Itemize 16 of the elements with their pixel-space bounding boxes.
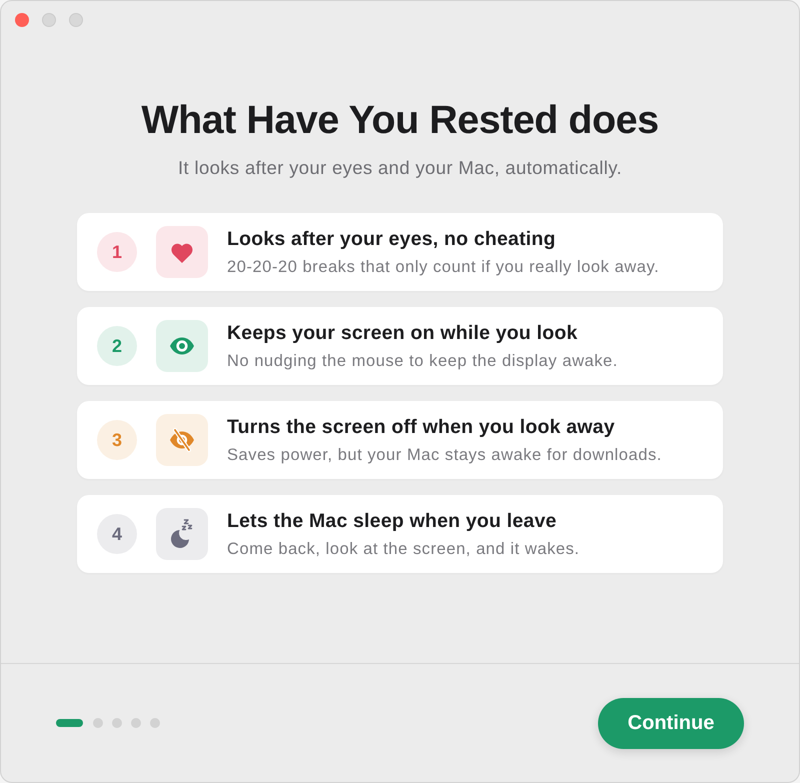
onboarding-subtitle: It looks after your eyes and your Mac, automatically. — [178, 157, 622, 179]
step-number: 3 — [97, 420, 137, 460]
close-button[interactable] — [15, 12, 29, 26]
step-number: 2 — [97, 326, 137, 366]
feature-title: Looks after your eyes, no cheating — [227, 227, 557, 251]
feature-description: Come back, look at the screen, and it wakes. — [227, 539, 580, 559]
feature-title: Keeps your screen on while you look — [227, 321, 579, 345]
feature-description: Saves power, but your Mac stays awake for downloads. — [227, 445, 662, 465]
continue-button[interactable]: Continue — [598, 698, 744, 748]
feature-title: Turns the screen off when you look away — [227, 415, 616, 439]
feature-description: 20-20-20 breaks that only count if you really look away. — [227, 257, 660, 277]
onboarding-title: What Have You Rested does — [141, 97, 659, 143]
step-number: 4 — [97, 514, 137, 554]
feature-description: No nudging the mouse to keep the display awake. — [227, 351, 618, 371]
step-number: 1 — [97, 232, 137, 272]
feature-title: Lets the Mac sleep when you leave — [227, 509, 558, 533]
